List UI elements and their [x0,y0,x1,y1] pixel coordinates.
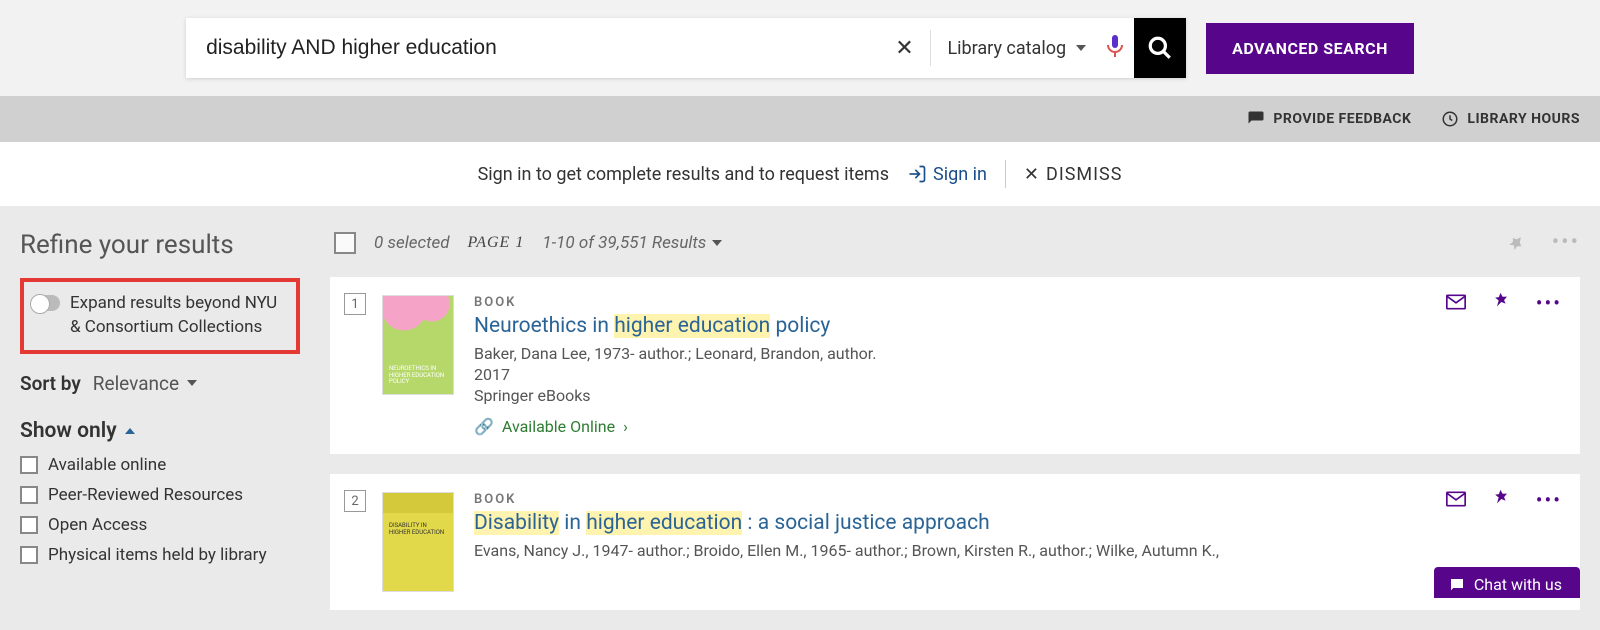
result-card: 2 DISABILITY IN HIGHER EDUCATION BOOK Di… [330,474,1580,610]
search-scope-dropdown[interactable]: Library catalog [937,38,1096,59]
result-authors: Baker, Dana Lee, 1973- author.; Leonard,… [474,344,1558,363]
checkbox[interactable] [20,546,38,564]
result-index: 2 [344,490,366,512]
chat-with-us-button[interactable]: Chat with us [1434,567,1580,598]
more-actions-icon[interactable]: ••• [1536,488,1562,512]
filter-open-access[interactable]: Open Access [20,515,300,535]
search-scope-label: Library catalog [947,38,1066,59]
result-authors: Evans, Nancy J., 1947- author.; Broido, … [474,541,1558,560]
results-area: 0 selected PAGE 1 1-10 of 39,551 Results… [330,230,1580,630]
select-all-checkbox[interactable] [334,232,356,254]
chevron-down-icon [712,240,722,246]
result-index: 1 [344,293,366,315]
library-hours-link[interactable]: LIBRARY HOURS [1441,110,1580,128]
signin-banner: Sign in to get complete results and to r… [0,142,1600,206]
selected-count: 0 selected [374,233,450,253]
signin-link[interactable]: Sign in [907,164,987,185]
result-card: 1 NEUROETHICS IN HIGHER EDUCATION POLICY… [330,277,1580,454]
dismiss-button[interactable]: ✕ DISMISS [1024,164,1122,185]
resource-type: BOOK [474,492,1558,507]
result-title-link[interactable]: Disability in higher education : a socia… [474,511,1558,535]
voice-search-icon[interactable] [1096,35,1134,62]
signin-icon [907,164,927,184]
more-actions-icon[interactable]: ••• [1552,230,1580,255]
checkbox[interactable] [20,486,38,504]
refine-title: Refine your results [20,230,300,260]
filter-peer-reviewed[interactable]: Peer-Reviewed Resources [20,485,300,505]
chevron-down-icon [187,380,197,386]
chevron-right-icon: › [623,417,628,436]
email-icon[interactable] [1446,291,1466,315]
result-title-link[interactable]: Neuroethics in higher education policy [474,314,1558,338]
expand-results-toggle[interactable] [32,295,60,311]
page-indicator: PAGE 1 [468,234,525,252]
pin-icon[interactable] [1492,488,1510,512]
link-icon: 🔗 [474,417,494,436]
chevron-up-icon [125,428,135,434]
expand-results-label: Expand results beyond NYU & Consortium C… [70,292,288,340]
signin-prompt: Sign in to get complete results and to r… [478,164,889,185]
result-source: Springer eBooks [474,386,1558,405]
filter-physical-items[interactable]: Physical items held by library [20,545,300,565]
chat-icon [1448,576,1466,594]
refine-sidebar: Refine your results Expand results beyon… [20,230,300,630]
divider [930,30,931,66]
checkbox[interactable] [20,516,38,534]
book-cover-thumbnail[interactable]: NEUROETHICS IN HIGHER EDUCATION POLICY [382,295,454,395]
chevron-down-icon [1076,45,1086,51]
provide-feedback-link[interactable]: PROVIDE FEEDBACK [1247,110,1411,128]
sort-by-dropdown[interactable]: Relevance [93,372,197,395]
feedback-icon [1247,110,1265,128]
pin-all-icon[interactable] [1506,232,1524,254]
clear-search-icon[interactable]: ✕ [884,28,924,68]
clock-icon [1441,110,1459,128]
results-range-dropdown[interactable]: 1-10 of 39,551 Results [542,233,722,253]
book-cover-thumbnail[interactable]: DISABILITY IN HIGHER EDUCATION [382,492,454,592]
checkbox[interactable] [20,456,38,474]
sort-by-label: Sort by [20,372,81,395]
sort-by: Sort by Relevance [20,372,300,395]
filter-available-online[interactable]: Available online [20,455,300,475]
resource-type: BOOK [474,295,1558,310]
search-input[interactable] [186,36,884,60]
advanced-search-button[interactable]: ADVANCED SEARCH [1206,23,1414,74]
expand-results-toggle-container: Expand results beyond NYU & Consortium C… [20,278,300,354]
close-icon: ✕ [1024,164,1040,185]
divider [1005,160,1006,188]
utility-bar: PROVIDE FEEDBACK LIBRARY HOURS [0,96,1600,142]
pin-icon[interactable] [1492,291,1510,315]
search-box: ✕ Library catalog [186,18,1186,78]
show-only-section-header[interactable]: Show only [20,419,300,443]
results-header: 0 selected PAGE 1 1-10 of 39,551 Results… [330,230,1580,255]
email-icon[interactable] [1446,488,1466,512]
result-year: 2017 [474,365,1558,384]
more-actions-icon[interactable]: ••• [1536,291,1562,315]
search-button[interactable] [1134,18,1186,78]
availability-link[interactable]: 🔗 Available Online › [474,417,1558,436]
